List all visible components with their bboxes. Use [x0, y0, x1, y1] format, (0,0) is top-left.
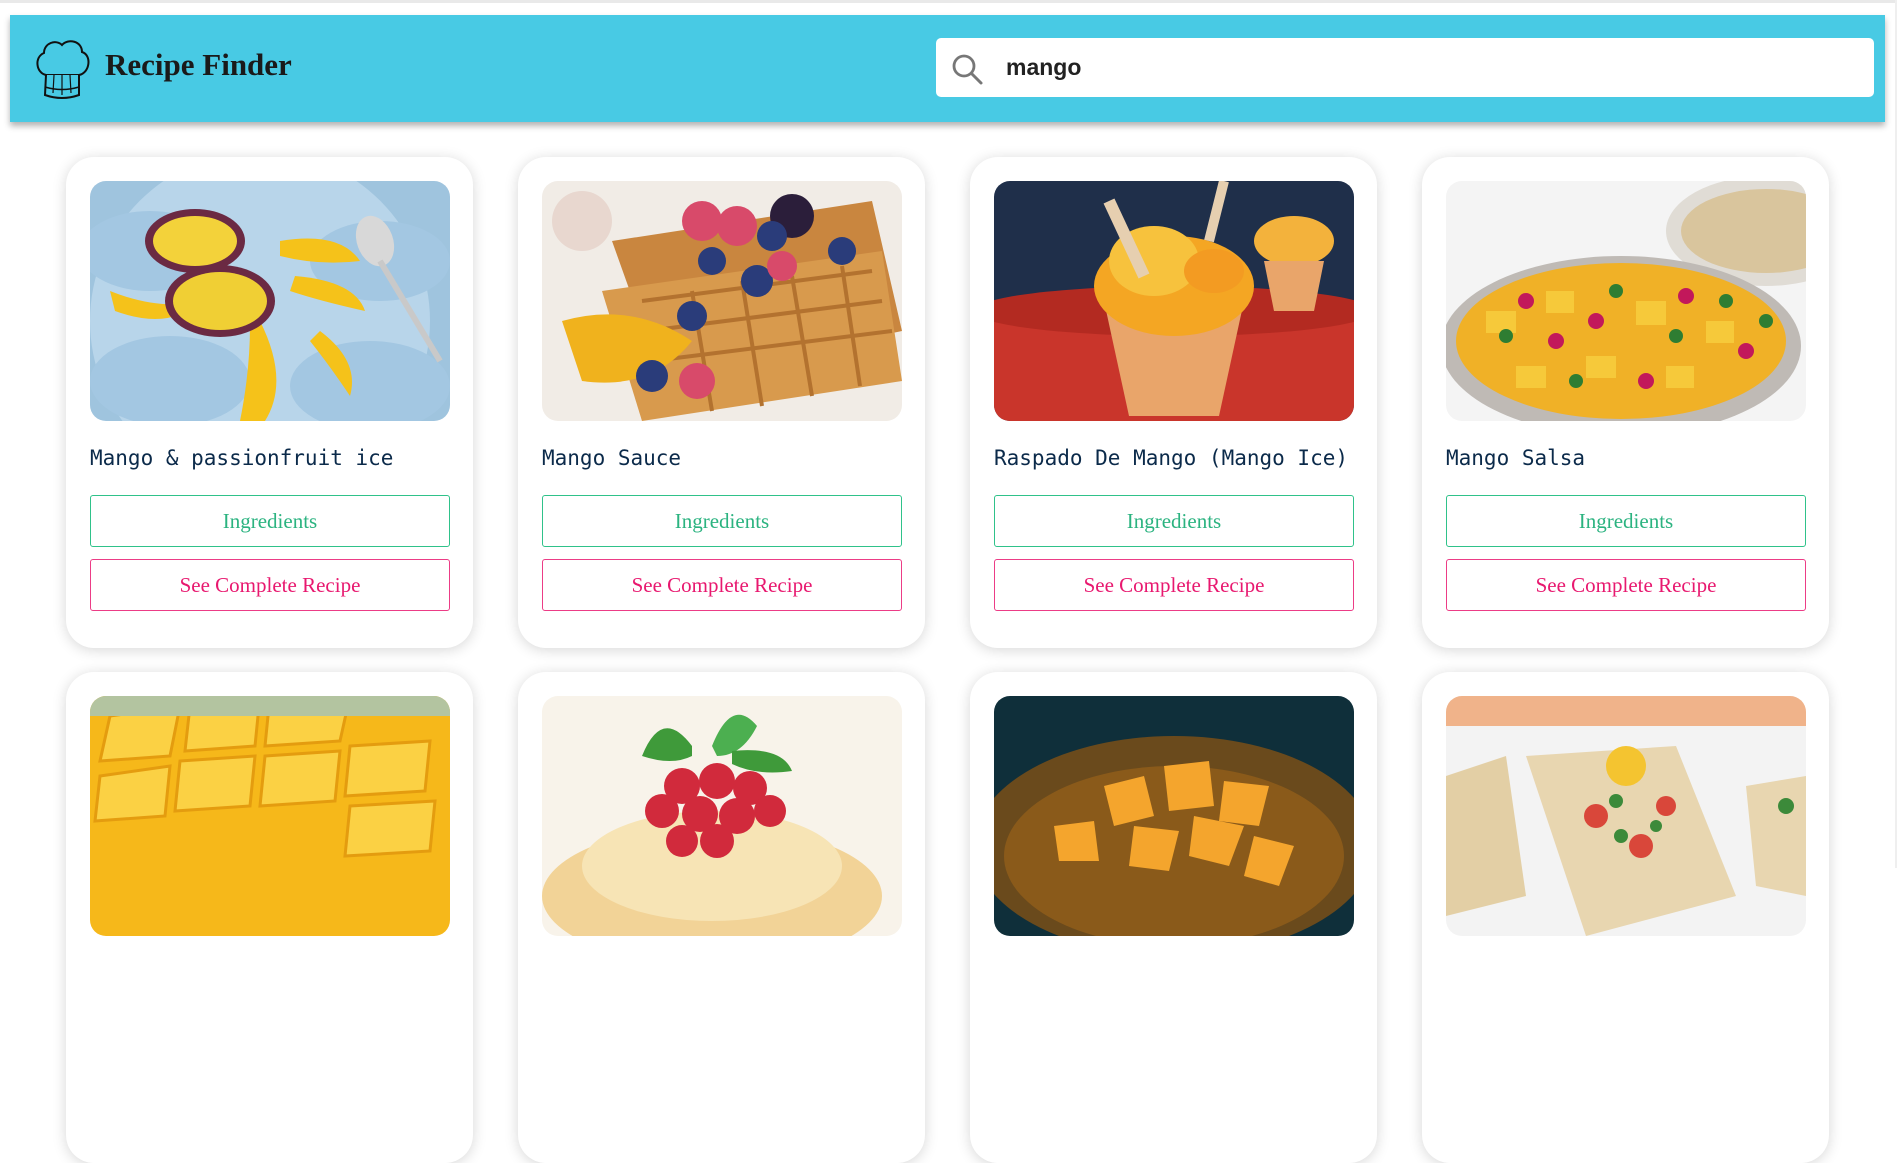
see-complete-recipe-button[interactable]: See Complete Recipe [542, 559, 902, 611]
recipe-image[interactable] [90, 696, 450, 936]
recipe-card: Raspado De Mango (Mango Ice) Ingredients… [970, 157, 1377, 648]
recipe-title: Mango Salsa [1446, 446, 1586, 470]
ingredients-button[interactable]: Ingredients [542, 495, 902, 547]
recipe-card [518, 672, 925, 1163]
recipe-image[interactable] [90, 181, 450, 421]
recipe-card [66, 672, 473, 1163]
recipe-card [970, 672, 1377, 1163]
ingredients-button[interactable]: Ingredients [1446, 495, 1806, 547]
recipe-title: Mango Sauce [542, 446, 682, 470]
recipe-card: Mango Sauce Ingredients See Complete Rec… [518, 157, 925, 648]
browser-top-edge [0, 0, 1897, 3]
search-input[interactable] [1006, 46, 1846, 89]
recipe-title: Raspado De Mango (Mango Ice) [994, 446, 1349, 470]
recipe-card: Mango Salsa Ingredients See Complete Rec… [1422, 157, 1829, 648]
recipe-image[interactable] [1446, 181, 1806, 421]
recipe-image[interactable] [994, 696, 1354, 936]
recipe-image[interactable] [542, 181, 902, 421]
chef-hat-icon [32, 35, 92, 101]
recipe-card: Mango & passionfruit ice Ingredients See… [66, 157, 473, 648]
recipe-card [1422, 672, 1829, 1163]
recipe-grid: Mango & passionfruit ice Ingredients See… [66, 157, 1830, 1163]
ingredients-button[interactable]: Ingredients [90, 495, 450, 547]
search-bar[interactable] [936, 38, 1874, 97]
recipe-image[interactable] [994, 181, 1354, 421]
ingredients-button[interactable]: Ingredients [994, 495, 1354, 547]
app-header: Recipe Finder [10, 15, 1885, 122]
recipe-image[interactable] [1446, 696, 1806, 936]
app-title: Recipe Finder [105, 47, 292, 82]
recipe-title: Mango & passionfruit ice [90, 446, 394, 470]
see-complete-recipe-button[interactable]: See Complete Recipe [1446, 559, 1806, 611]
recipe-image[interactable] [542, 696, 902, 936]
see-complete-recipe-button[interactable]: See Complete Recipe [994, 559, 1354, 611]
search-icon [950, 52, 984, 86]
see-complete-recipe-button[interactable]: See Complete Recipe [90, 559, 450, 611]
